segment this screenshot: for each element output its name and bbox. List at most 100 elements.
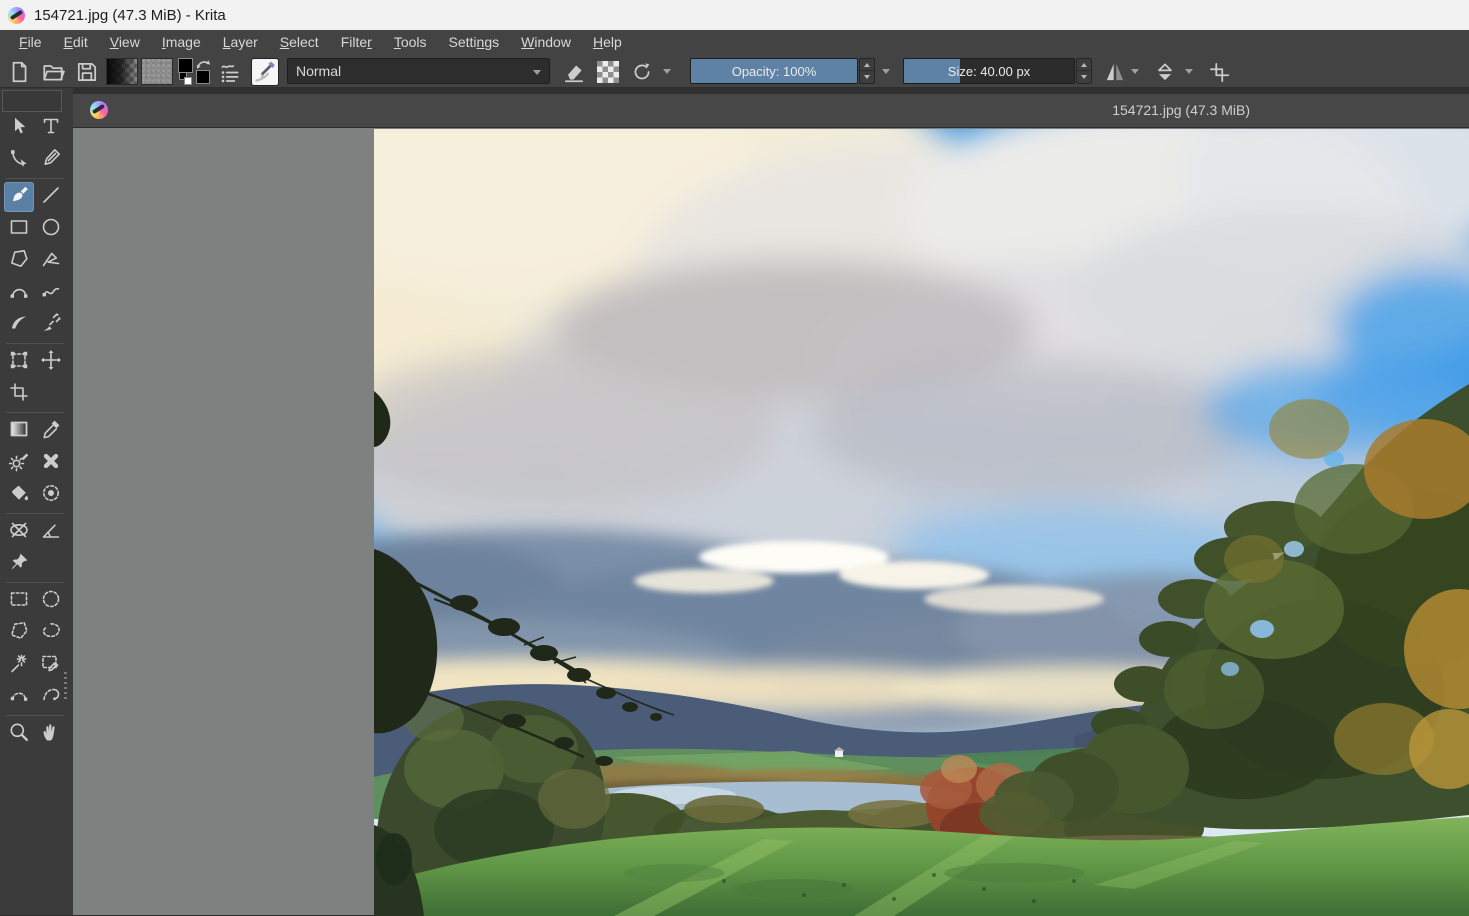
tool-gradient[interactable] xyxy=(4,416,34,446)
tool-ellipse[interactable] xyxy=(36,214,66,244)
menu-file[interactable]: File xyxy=(8,30,53,55)
pattern-swatch-button[interactable] xyxy=(141,58,173,85)
tool-rect-select[interactable] xyxy=(4,586,34,616)
tool-bezier-select[interactable] xyxy=(4,682,34,712)
menu-select[interactable]: Select xyxy=(269,30,330,55)
main-toolbar: Normal Opacity: 100% Size: 40.00 px xyxy=(0,55,1469,88)
menu-view[interactable]: View xyxy=(99,30,151,55)
multibrush-icon xyxy=(40,312,62,339)
menu-window[interactable]: Window xyxy=(510,30,582,55)
tool-enclose-fill[interactable] xyxy=(36,480,66,510)
brush-settings-button[interactable] xyxy=(216,58,244,85)
preserve-alpha-button[interactable] xyxy=(597,61,619,83)
landscape-photo xyxy=(374,129,1469,916)
tool-crop[interactable] xyxy=(4,379,34,409)
tool-smart-patch[interactable] xyxy=(36,448,66,478)
opacity-spin-up[interactable] xyxy=(860,59,874,71)
tool-freehand-path[interactable] xyxy=(36,278,66,308)
docker-resize-grip[interactable] xyxy=(64,672,67,700)
foreground-color-swatch[interactable] xyxy=(178,58,193,73)
save-icon xyxy=(75,60,99,84)
tool-multibrush[interactable] xyxy=(36,310,66,340)
tool-similar-select[interactable] xyxy=(36,650,66,680)
tool-freehand-select[interactable] xyxy=(36,618,66,648)
save-button[interactable] xyxy=(74,58,100,85)
opacity-spinner[interactable] xyxy=(859,58,875,84)
tool-zoom[interactable] xyxy=(4,719,34,749)
tool-reference-images[interactable] xyxy=(4,549,34,579)
similar-select-icon xyxy=(40,652,62,679)
menu-filter[interactable]: Filter xyxy=(330,30,383,55)
mirror-vertical-button[interactable] xyxy=(1150,58,1180,85)
eraser-mode-button[interactable] xyxy=(560,58,588,85)
tool-move[interactable] xyxy=(36,347,66,377)
tool-color-sampler[interactable] xyxy=(36,416,66,446)
tool-pan[interactable] xyxy=(36,719,66,749)
mirror-vertical-chevron-icon[interactable] xyxy=(1185,69,1193,74)
size-spin-down[interactable] xyxy=(1077,71,1091,83)
mirror-horizontal-button[interactable] xyxy=(1102,58,1128,85)
blending-mode-select[interactable]: Normal xyxy=(287,58,550,84)
opacity-spin-down[interactable] xyxy=(860,71,874,83)
menu-edit[interactable]: Edit xyxy=(53,30,99,55)
opacity-slider[interactable]: Opacity: 100% xyxy=(690,58,858,84)
tool-polygon-select[interactable] xyxy=(4,618,34,648)
reload-preset-chevron-icon[interactable] xyxy=(663,69,671,74)
move-icon xyxy=(40,349,62,376)
brush-preset-button[interactable] xyxy=(251,58,279,86)
brush-size-spinner[interactable] xyxy=(1076,58,1092,84)
ellipse-select-icon xyxy=(40,588,62,615)
tool-assistants[interactable] xyxy=(4,517,34,547)
tool-polyline[interactable] xyxy=(36,246,66,276)
tool-colorize-mask[interactable] xyxy=(4,448,34,478)
menu-layer[interactable]: Layer xyxy=(212,30,269,55)
menu-help[interactable]: Help xyxy=(582,30,633,55)
opacity-chevron-icon[interactable] xyxy=(882,69,890,74)
enclose-fill-icon xyxy=(40,482,62,509)
tool-measure[interactable] xyxy=(36,517,66,547)
canvas-image[interactable] xyxy=(374,129,1469,916)
brush-size-slider-label: Size: 40.00 px xyxy=(904,59,1074,83)
mirror-h-icon xyxy=(1103,60,1127,84)
tool-magnetic-select[interactable] xyxy=(36,682,66,712)
gradient-icon xyxy=(8,418,30,445)
toolbox-docker-header[interactable] xyxy=(2,90,62,112)
tool-polygon[interactable] xyxy=(4,246,34,276)
open-document-button[interactable] xyxy=(40,58,66,85)
tool-contiguous-select[interactable] xyxy=(4,650,34,680)
tool-text[interactable] xyxy=(36,113,66,143)
wrap-around-mode-button[interactable] xyxy=(1205,58,1233,85)
tool-freehand-brush[interactable] xyxy=(4,182,34,212)
tool-edit-shapes[interactable] xyxy=(4,145,34,175)
reload-icon xyxy=(630,60,654,84)
size-spin-up[interactable] xyxy=(1077,59,1091,71)
tool-calligraphy[interactable] xyxy=(36,145,66,175)
toolbox-group-separator xyxy=(6,412,64,413)
tool-select-shapes[interactable] xyxy=(4,113,34,143)
tool-transform[interactable] xyxy=(4,347,34,377)
assistants-icon xyxy=(8,519,30,546)
tool-line[interactable] xyxy=(36,182,66,212)
tool-bezier-curve[interactable] xyxy=(4,278,34,308)
brush-settings-icon xyxy=(218,60,242,84)
title-bar: 154721.jpg (47.3 MiB) - Krita xyxy=(0,0,1469,30)
tool-dynamic-brush[interactable] xyxy=(4,310,34,340)
foreground-background-colors[interactable] xyxy=(177,58,211,85)
menu-image[interactable]: Image xyxy=(151,30,212,55)
tool-ellipse-select[interactable] xyxy=(36,586,66,616)
text-icon xyxy=(40,115,62,142)
swap-colors-icon[interactable] xyxy=(195,57,211,71)
krita-window: 154721.jpg (47.3 MiB) - Krita FileEditVi… xyxy=(0,0,1469,915)
menu-tools[interactable]: Tools xyxy=(383,30,438,55)
reset-colors-white[interactable] xyxy=(184,77,192,85)
gradient-swatch-button[interactable] xyxy=(106,58,138,85)
background-color-swatch[interactable] xyxy=(196,70,210,84)
new-document-button[interactable] xyxy=(6,58,32,85)
reload-preset-button[interactable] xyxy=(629,58,655,85)
freehand-brush-icon xyxy=(8,184,30,211)
tool-rectangle[interactable] xyxy=(4,214,34,244)
tool-fill[interactable] xyxy=(4,480,34,510)
mirror-horizontal-chevron-icon[interactable] xyxy=(1131,69,1139,74)
menu-settings[interactable]: Settings xyxy=(438,30,511,55)
brush-size-slider[interactable]: Size: 40.00 px xyxy=(903,58,1075,84)
